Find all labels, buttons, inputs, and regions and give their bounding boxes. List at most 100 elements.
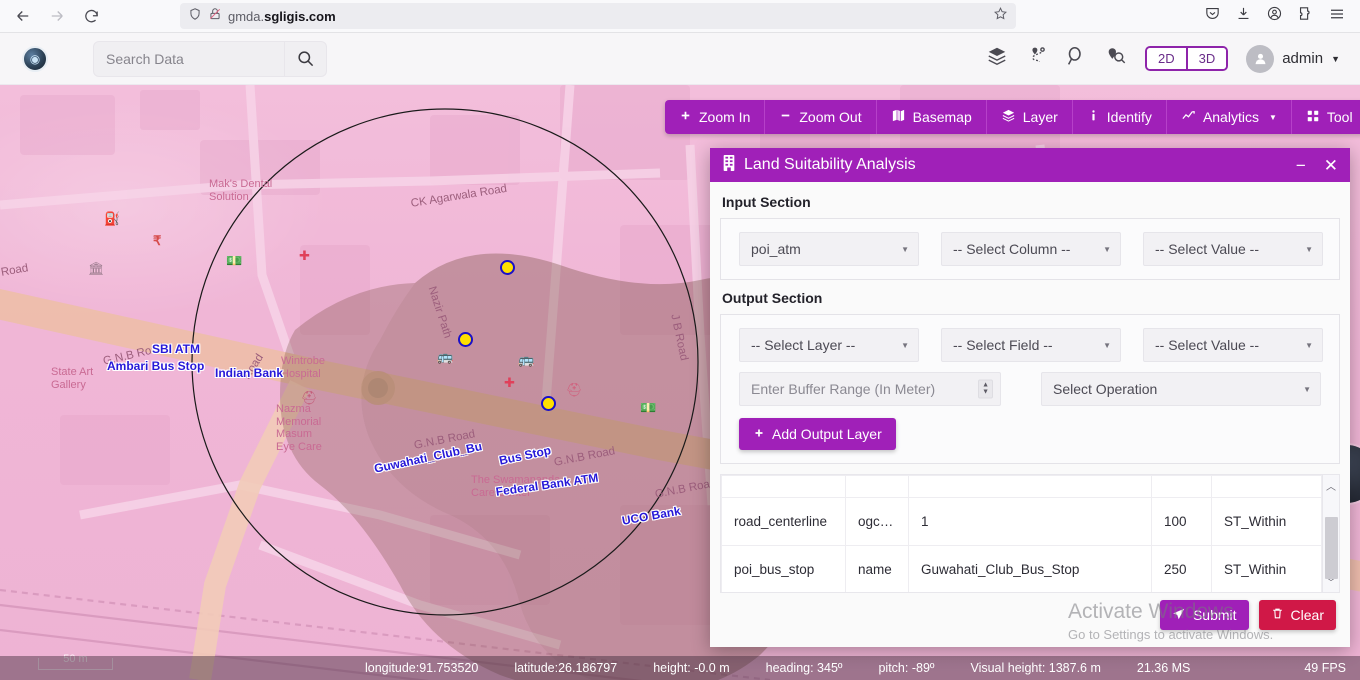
status-fps: 49 FPS <box>1304 661 1346 675</box>
identify-button[interactable]: Identify <box>1072 100 1167 134</box>
minus-icon <box>779 109 792 125</box>
status-ms: 21.36 MS <box>1136 661 1191 675</box>
magnifier-icon[interactable] <box>1066 46 1087 72</box>
output-layer-select[interactable]: -- Select Layer -- <box>739 328 919 362</box>
minimize-icon[interactable]: − <box>1296 157 1306 174</box>
user-name: admin <box>1282 50 1324 67</box>
cell-value: Guwahati_Club_Bus_Stop <box>908 545 1152 592</box>
input-value-select[interactable]: -- Select Value -- <box>1143 232 1323 266</box>
analytics-label: Analytics <box>1202 109 1259 125</box>
output-table-body: road_centerline ogc_fid 1 100 ST_Within poi_b… <box>721 497 1322 592</box>
info-icon <box>1087 109 1100 125</box>
pharmacy-icon: ⛑ <box>301 390 318 405</box>
add-output-layer-button[interactable]: Add Output Layer <box>739 418 896 450</box>
output-value-select[interactable]: -- Select Value -- <box>1143 328 1323 362</box>
header-right-tools: 2D 3D admin ▼ <box>986 44 1360 73</box>
map-selected-marker[interactable] <box>541 396 556 411</box>
star-icon[interactable] <box>993 6 1008 26</box>
search-input-wrap[interactable] <box>93 40 285 77</box>
hamburger-menu-icon[interactable] <box>1328 5 1346 28</box>
output-table: road_centerline ogc_fid 1 100 ST_Within poi_b… <box>721 475 1322 592</box>
land-suitability-dialog: Land Suitability Analysis − ✕ Input Sect… <box>710 148 1350 647</box>
table-row[interactable]: poi_bus_stop name Guwahati_Club_Bus_Stop 25… <box>721 545 1322 592</box>
chevron-up-icon[interactable]: ︿ <box>1326 478 1336 493</box>
zoom-in-label: Zoom In <box>699 109 751 125</box>
browser-nav-buttons <box>0 1 106 31</box>
pocket-icon[interactable] <box>1204 5 1221 27</box>
reload-icon[interactable] <box>76 1 106 31</box>
zoom-out-button[interactable]: Zoom Out <box>765 100 877 134</box>
col-operation <box>1211 475 1322 498</box>
cell-buffer: 100 <box>1151 497 1212 546</box>
output-field-select[interactable]: -- Select Field -- <box>941 328 1121 362</box>
buffer-range-input[interactable]: Enter Buffer Range (In Meter) ▲ ▼ <box>739 372 1001 406</box>
input-section-panel: poi_atm -- Select Column -- -- Select Va… <box>720 218 1340 280</box>
rupee-atm-icon: ₹ <box>153 233 162 248</box>
operation-select[interactable]: Select Operation <box>1041 372 1321 406</box>
map-selected-marker[interactable] <box>458 332 473 347</box>
dialog-titlebar[interactable]: Land Suitability Analysis − ✕ <box>710 148 1350 182</box>
clear-button[interactable]: Clear <box>1258 600 1336 630</box>
clear-label: Clear <box>1290 607 1324 623</box>
layers-icon[interactable] <box>986 45 1008 72</box>
output-table-container: road_centerline ogc_fid 1 100 ST_Within poi_b… <box>720 474 1323 593</box>
chevron-down-icon: ▼ <box>1268 112 1277 122</box>
shield-icon[interactable] <box>188 7 202 26</box>
dimension-toggle[interactable]: 2D 3D <box>1144 46 1229 71</box>
lock-disabled-icon[interactable] <box>208 7 222 26</box>
fuel-station-icon: ⛽ <box>104 211 121 226</box>
extensions-icon[interactable] <box>1297 5 1314 27</box>
basemap-label: Basemap <box>912 109 972 125</box>
cell-field: name <box>845 545 909 592</box>
status-visual-height: Visual height: 1387.6 m <box>970 661 1101 675</box>
zoom-in-button[interactable]: Zoom In <box>665 100 766 134</box>
search-icon[interactable] <box>285 40 327 77</box>
layer-button[interactable]: Layer <box>986 100 1073 134</box>
app-logo-icon[interactable]: ◉ <box>22 45 48 72</box>
plus-icon <box>753 426 765 442</box>
output-table-head <box>721 475 1322 498</box>
input-row: poi_atm -- Select Column -- -- Select Va… <box>739 232 1326 266</box>
input-section-heading: Input Section <box>722 194 811 210</box>
route-pin-icon[interactable] <box>1026 45 1048 72</box>
pin-search-icon[interactable] <box>1105 45 1127 72</box>
download-icon[interactable] <box>1235 5 1252 27</box>
toggle-3d[interactable]: 3D <box>1185 48 1227 69</box>
app-root: gmda.sgligis.com ◉ Search Data 2D 3D adm… <box>0 0 1360 680</box>
forward-arrow-icon[interactable] <box>42 1 72 31</box>
output-row-2: Enter Buffer Range (In Meter) ▲ ▼ Select … <box>739 372 1326 406</box>
identify-label: Identify <box>1106 109 1152 125</box>
cell-layer: road_centerline <box>721 497 846 546</box>
dialog-title: Land Suitability Analysis <box>744 156 916 173</box>
input-column-select[interactable]: -- Select Column -- <box>941 232 1121 266</box>
url-bar[interactable]: gmda.sgligis.com <box>180 3 1016 29</box>
tool-button[interactable]: Tool ▼ <box>1291 100 1360 134</box>
col-field <box>845 475 909 498</box>
cell-operation: ST_Within <box>1211 497 1322 546</box>
scrollbar-thumb[interactable] <box>1325 517 1338 579</box>
account-icon[interactable] <box>1266 5 1283 27</box>
submit-button[interactable]: Submit <box>1159 600 1249 630</box>
buffer-stepper[interactable]: ▲ ▼ <box>978 379 993 399</box>
plus-icon <box>679 109 692 125</box>
chart-icon <box>1181 108 1196 126</box>
table-scrollbar[interactable]: ︿ ﹀ <box>1323 474 1340 593</box>
building-icon <box>722 154 736 176</box>
basemap-button[interactable]: Basemap <box>876 100 987 134</box>
bank-icon: 💵 <box>640 400 657 415</box>
output-table-wrap: road_centerline ogc_fid 1 100 ST_Within poi_b… <box>720 474 1340 593</box>
bank-icon: 💵 <box>226 253 243 268</box>
museum-icon: 🏛 <box>88 261 105 276</box>
search-input[interactable] <box>106 50 272 67</box>
table-row[interactable]: road_centerline ogc_fid 1 100 ST_Within <box>721 497 1322 546</box>
analytics-button[interactable]: Analytics ▼ <box>1166 100 1292 134</box>
layer-label: Layer <box>1022 109 1058 125</box>
user-menu[interactable]: admin ▼ <box>1246 44 1340 73</box>
chevron-down-icon[interactable]: ▼ <box>1331 54 1340 64</box>
input-layer-select[interactable]: poi_atm <box>739 232 919 266</box>
toggle-2d[interactable]: 2D <box>1146 48 1186 69</box>
back-arrow-icon[interactable] <box>8 1 38 31</box>
output-section-panel: -- Select Layer -- -- Select Field -- --… <box>720 314 1340 464</box>
map-selected-marker[interactable] <box>500 260 515 275</box>
close-icon[interactable]: ✕ <box>1324 157 1338 174</box>
